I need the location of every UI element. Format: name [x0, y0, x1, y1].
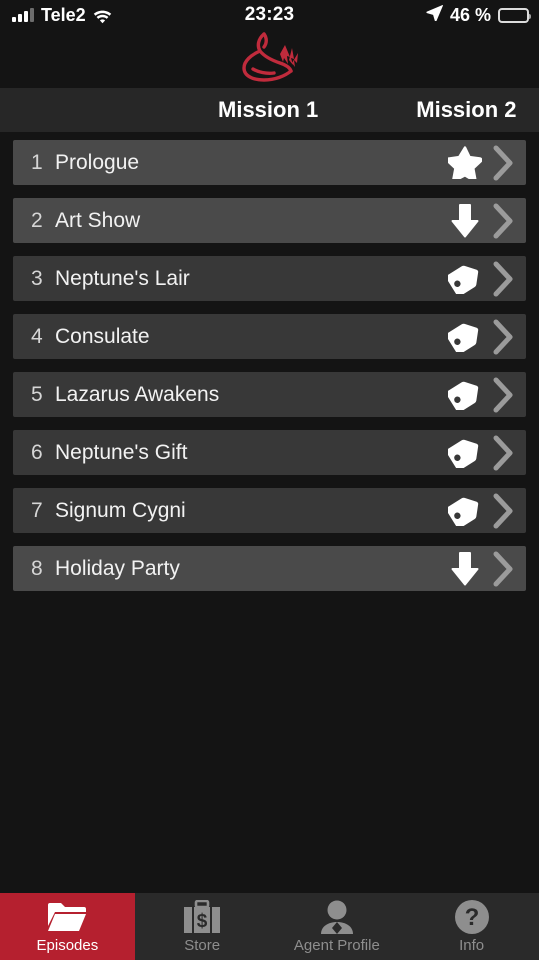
app-screen: Tele2 23:23 46 % Mission 1 Mission 2 1 P…: [0, 0, 539, 960]
chevron-right-icon[interactable]: [490, 377, 518, 413]
episode-title: Art Show: [55, 208, 141, 232]
download-icon: [446, 551, 484, 586]
tab-label: Agent Profile: [293, 936, 380, 954]
tag-icon: [446, 438, 484, 468]
person-icon: [317, 898, 357, 936]
episode-title: Neptune's Gift: [55, 440, 188, 464]
tab-agent-profile[interactable]: Agent Profile: [270, 893, 405, 960]
mission-tab-1[interactable]: Mission 1: [218, 97, 318, 123]
tab-label: Info: [459, 936, 485, 954]
bottom-tab-bar[interactable]: Episodes $ Store Agent Profile? Info: [0, 893, 539, 960]
episode-row[interactable]: 7 Signum Cygni: [13, 488, 526, 533]
tab-info[interactable]: ? Info: [404, 893, 539, 960]
episode-number: 7: [31, 498, 43, 522]
briefcase-dollar-icon: $: [183, 898, 221, 936]
question-circle-icon: ?: [454, 898, 490, 936]
tag-icon: [446, 380, 484, 410]
episode-list[interactable]: 1 Prologue 2 Art Show 3 Neptune's Lair 4 Consul…: [0, 132, 539, 893]
episode-row[interactable]: 1 Prologue: [13, 140, 526, 185]
status-bar-right: 46 %: [426, 4, 531, 26]
episode-title: Neptune's Lair: [55, 266, 190, 290]
episode-row[interactable]: 2 Art Show: [13, 198, 526, 243]
episode-title: Prologue: [55, 150, 140, 174]
mission-tab-2[interactable]: Mission 2: [416, 97, 516, 123]
app-logo-header: [0, 30, 539, 88]
download-icon: [446, 203, 484, 238]
episode-row[interactable]: 4 Consulate: [13, 314, 526, 359]
chevron-right-icon[interactable]: [490, 319, 518, 355]
episode-number: 2: [31, 208, 43, 232]
tab-store[interactable]: $ Store: [135, 893, 270, 960]
episode-number: 8: [31, 556, 43, 580]
episode-row[interactable]: 3 Neptune's Lair: [13, 256, 526, 301]
episode-row[interactable]: 8 Holiday Party: [13, 546, 526, 591]
tag-icon: [446, 496, 484, 526]
episode-title: Lazarus Awakens: [55, 382, 220, 406]
tab-episodes[interactable]: Episodes: [0, 893, 135, 960]
episode-number: 1: [31, 150, 43, 174]
episode-number: 3: [31, 266, 43, 290]
mission-tab-bar[interactable]: Mission 1 Mission 2: [0, 88, 539, 132]
episode-title: Consulate: [55, 324, 150, 348]
battery-icon: [498, 7, 531, 23]
svg-text:?: ?: [464, 904, 479, 931]
status-bar: Tele2 23:23 46 %: [0, 0, 539, 30]
episode-title: Holiday Party: [55, 556, 180, 580]
chevron-right-icon[interactable]: [490, 493, 518, 529]
episode-number: 4: [31, 324, 43, 348]
chevron-right-icon[interactable]: [490, 261, 518, 297]
tag-icon: [446, 322, 484, 352]
tag-icon: [446, 264, 484, 294]
chevron-right-icon[interactable]: [490, 203, 518, 239]
battery-percent-label: 46 %: [449, 4, 491, 25]
tab-label: Episodes: [36, 936, 99, 954]
folder-icon: [47, 898, 87, 936]
episode-title: Signum Cygni: [55, 498, 186, 522]
chevron-right-icon[interactable]: [490, 145, 518, 181]
location-arrow-icon: [426, 4, 443, 26]
chevron-right-icon[interactable]: [490, 551, 518, 587]
svg-text:$: $: [197, 911, 208, 932]
episode-row[interactable]: 5 Lazarus Awakens: [13, 372, 526, 417]
chevron-right-icon[interactable]: [490, 435, 518, 471]
star-icon: [446, 146, 484, 179]
swan-logo-icon: [233, 31, 307, 88]
episode-row[interactable]: 6 Neptune's Gift: [13, 430, 526, 475]
episode-number: 6: [31, 440, 43, 464]
tab-label: Store: [184, 936, 221, 954]
episode-number: 5: [31, 382, 43, 406]
